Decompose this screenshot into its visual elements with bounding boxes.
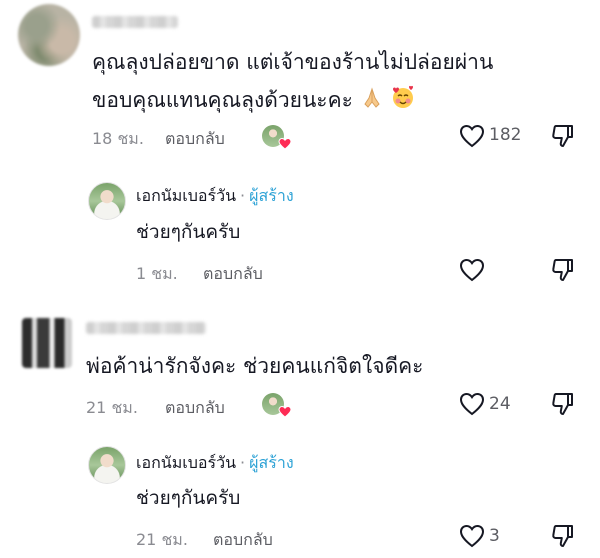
creator-tag: ผู้สร้าง [249, 453, 294, 472]
commenter-avatar[interactable] [22, 318, 72, 368]
creator-avatar[interactable] [88, 446, 126, 484]
reply-timestamp: 1 ชม. [136, 264, 178, 283]
reply-button[interactable]: ตอบกลับ [165, 396, 225, 421]
comment-timestamp: 21 ชม. [86, 398, 138, 417]
reply-author-name[interactable]: เอกนัมเบอร์วัน [136, 186, 236, 205]
creator-liked-heart-icon [278, 405, 292, 418]
separator-dot: · [240, 453, 246, 472]
like-heart-icon[interactable] [458, 522, 486, 550]
like-count: 3 [489, 526, 500, 546]
separator-dot: · [240, 186, 246, 205]
creator-liked-heart-icon [278, 137, 292, 150]
commenter-username-blurred[interactable] [86, 322, 206, 334]
dislike-icon[interactable] [549, 522, 577, 550]
smiling-face-with-hearts-emoji-icon [393, 85, 414, 108]
reply-button[interactable]: ตอบกลับ [213, 528, 273, 553]
like-heart-icon[interactable] [458, 256, 486, 284]
like-count: 182 [489, 125, 522, 145]
dislike-icon[interactable] [549, 256, 577, 284]
reply-button[interactable]: ตอบกลับ [203, 262, 263, 287]
comment-text-line2: ขอบคุณแทนคุณลุงด้วยนะคะ [92, 84, 416, 116]
reply-author-name[interactable]: เอกนัมเบอร์วัน [136, 453, 236, 472]
like-heart-icon[interactable] [458, 390, 486, 418]
reply-author-line: เอกนัมเบอร์วัน · ผู้สร้าง [136, 184, 294, 209]
reply-author-line: เอกนัมเบอร์วัน · ผู้สร้าง [136, 451, 294, 476]
comment-text-line1: คุณลุงปล่อยขาด แต่เจ้าของร้านไม่ปล่อยผ่า… [92, 50, 494, 74]
comment-text-line1: พ่อค้าน่ารักจังคะ ช่วยคนแก่จิตใจดีคะ [86, 354, 424, 378]
praying-hands-emoji-icon [363, 87, 380, 108]
creator-avatar[interactable] [88, 182, 126, 220]
reply-text: ช่วยๆกันครับ [136, 487, 241, 509]
like-heart-icon[interactable] [458, 122, 486, 150]
reply-button[interactable]: ตอบกลับ [165, 127, 225, 152]
commenter-avatar[interactable] [18, 4, 80, 66]
reply-timestamp: 21 ชม. [136, 530, 188, 549]
creator-tag: ผู้สร้าง [249, 186, 294, 205]
dislike-icon[interactable] [549, 390, 577, 418]
dislike-icon[interactable] [549, 122, 577, 150]
reply-text: ช่วยๆกันครับ [136, 221, 241, 243]
like-count: 24 [489, 394, 511, 414]
comment-timestamp: 18 ชม. [92, 129, 144, 148]
commenter-username-blurred[interactable] [92, 16, 178, 28]
